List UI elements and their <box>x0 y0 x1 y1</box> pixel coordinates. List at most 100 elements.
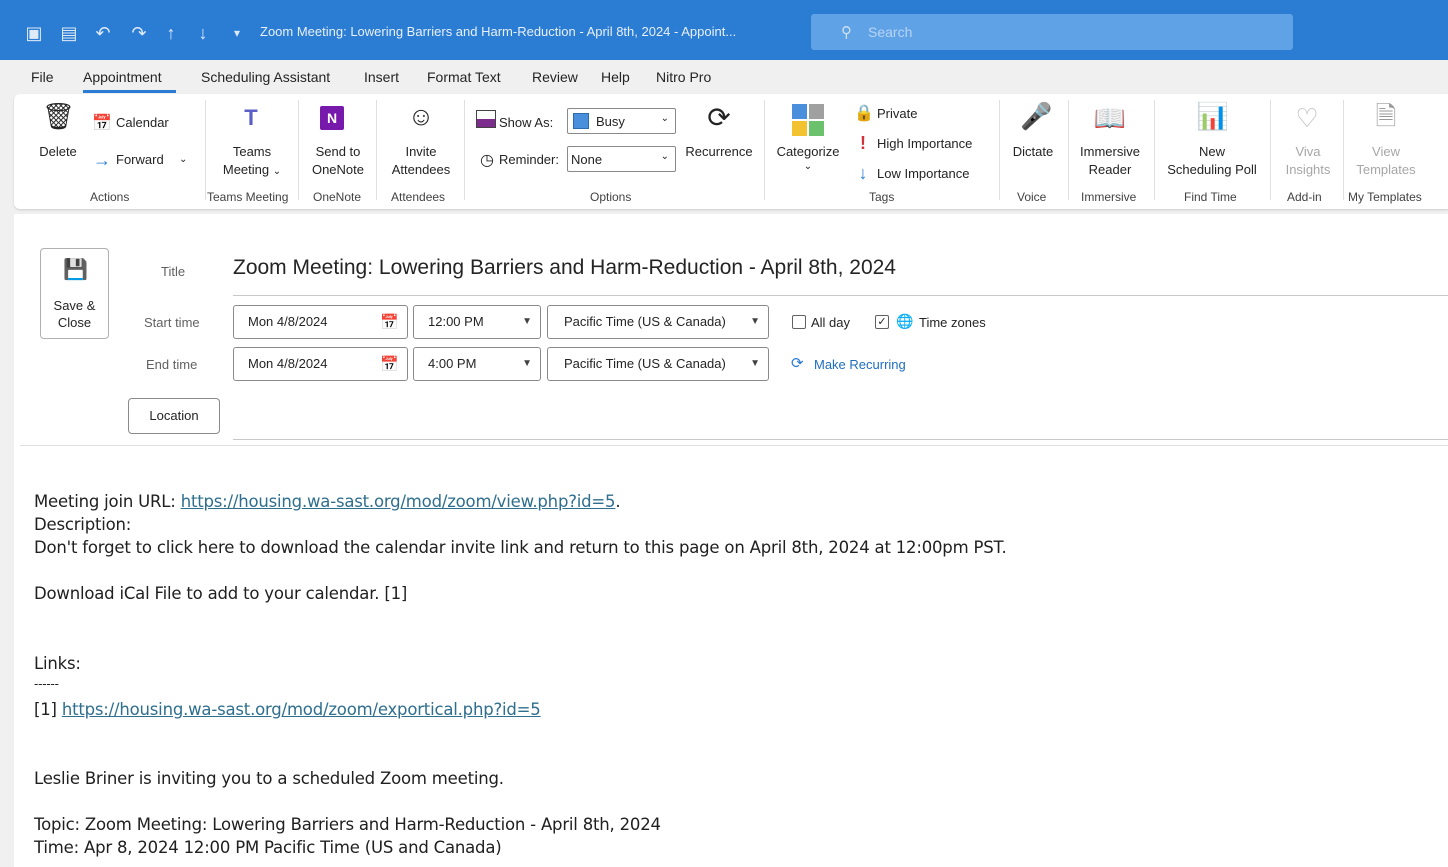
end-date-field[interactable]: Mon 4/8/2024 📅 <box>233 347 408 381</box>
undo-icon[interactable]: ↶ <box>92 22 114 44</box>
poll-label-2: Scheduling Poll <box>1167 162 1257 177</box>
menu-bar: File Appointment Scheduling Assistant In… <box>0 60 1448 94</box>
chevron-down-icon[interactable]: ▼ <box>522 358 532 369</box>
immersive-label-2: Reader <box>1088 162 1132 177</box>
search-box[interactable]: ⚲ Search <box>811 14 1293 50</box>
high-importance-label: High Importance <box>877 136 973 151</box>
end-time-field[interactable]: 4:00 PM ▼ <box>413 347 541 381</box>
outlook-app-icon: ▣ <box>25 23 43 43</box>
scheduling-poll-icon: 📊 <box>1196 101 1230 131</box>
tab-nitro-pro[interactable]: Nitro Pro <box>656 69 711 85</box>
previous-item-icon[interactable]: ↑ <box>160 22 182 44</box>
title-input[interactable]: Zoom Meeting: Lowering Barriers and Harm… <box>233 252 1448 296</box>
end-date-value: Mon 4/8/2024 <box>248 356 328 371</box>
divider <box>999 100 1000 200</box>
microphone-icon: 🎤 <box>1020 101 1053 131</box>
tab-review[interactable]: Review <box>532 69 578 85</box>
window-title: Zoom Meeting: Lowering Barriers and Harm… <box>260 24 737 39</box>
chevron-down-icon: ⌄ <box>179 154 188 165</box>
search-placeholder: Search <box>868 24 913 40</box>
templates-icon: 🗎 <box>1375 101 1397 131</box>
group-label-actions: Actions <box>90 190 130 204</box>
start-timezone-value: Pacific Time (US & Canada) <box>564 314 726 329</box>
attendees-label-2: Attendees <box>391 162 451 177</box>
busy-color-swatch <box>573 113 589 129</box>
chevron-down-icon: ▼ <box>750 316 760 327</box>
location-button[interactable]: Location <box>128 398 220 434</box>
join-url-line: Meeting join URL: https://housing.wa-sas… <box>34 492 621 511</box>
redo-icon[interactable]: ↷ <box>128 22 150 44</box>
divider <box>764 100 765 200</box>
divider <box>1343 100 1344 200</box>
divider <box>298 100 299 200</box>
start-date-value: Mon 4/8/2024 <box>248 314 328 329</box>
start-timezone-dropdown[interactable]: Pacific Time (US & Canada) ▼ <box>547 305 769 339</box>
show-as-dropdown[interactable]: Busy ⌄ <box>567 108 676 134</box>
onenote-label-2: OneNote <box>311 162 365 177</box>
title-label: Title <box>161 264 186 279</box>
tab-help[interactable]: Help <box>601 69 630 85</box>
viva-label-2: Insights <box>1285 162 1331 177</box>
save-icon[interactable]: ▤ <box>58 22 80 44</box>
immersive-label-1: Immersive <box>1080 144 1140 159</box>
title-bar: ▣ ▤ ↶ ↷ ↑ ↓ ▾ Zoom Meeting: Lowering Bar… <box>0 0 1448 60</box>
ical-link[interactable]: https://housing.wa-sast.org/mod/zoom/exp… <box>62 700 541 719</box>
start-time-field[interactable]: 12:00 PM ▼ <box>413 305 541 339</box>
divider <box>376 100 377 200</box>
time-zones-checkbox[interactable]: ✓ <box>875 315 889 329</box>
forward-label: Forward <box>116 152 164 167</box>
templates-label-2: Templates <box>1356 162 1416 177</box>
onenote-icon: N <box>320 106 344 130</box>
group-label-add-in: Add-in <box>1287 190 1322 204</box>
trash-icon: 🗑 <box>42 101 76 131</box>
group-label-tags: Tags <box>869 190 895 204</box>
all-day-checkbox[interactable] <box>792 315 806 329</box>
show-as-icon <box>476 110 496 128</box>
end-time-label: End time <box>146 357 198 372</box>
location-input[interactable] <box>233 439 1448 440</box>
delete-label: Delete <box>39 144 77 159</box>
customize-toolbar-icon[interactable]: ▾ <box>226 22 248 44</box>
tab-appointment[interactable]: Appointment <box>83 69 162 85</box>
reminder-line: Don't forget to click here to download t… <box>34 538 1007 557</box>
reminder-label: Reminder: <box>499 152 559 167</box>
search-icon: ⚲ <box>841 24 852 41</box>
start-date-field[interactable]: Mon 4/8/2024 📅 <box>233 305 408 339</box>
time-line: Time: Apr 8, 2024 12:00 PM Pacific Time … <box>34 838 502 857</box>
save-icon: 💾 <box>63 259 88 281</box>
group-label-my-templates: My Templates <box>1348 190 1422 204</box>
chevron-down-icon[interactable]: ▼ <box>522 316 532 327</box>
poll-label-1: New <box>1198 144 1225 159</box>
divider <box>20 445 1448 446</box>
group-label-find-time: Find Time <box>1184 190 1237 204</box>
calendar-label: Calendar <box>116 115 169 130</box>
all-day-label: All day <box>811 315 851 330</box>
calendar-icon[interactable]: 📅 <box>380 355 399 373</box>
tab-scheduling-assistant[interactable]: Scheduling Assistant <box>201 69 330 85</box>
reminder-dropdown[interactable]: None ⌄ <box>567 146 676 172</box>
divider <box>464 100 465 200</box>
links-divider: ------ <box>34 677 59 691</box>
group-label-options: Options <box>590 190 632 204</box>
save-close-button[interactable]: 💾 Save & Close <box>40 248 109 339</box>
recurrence-label: Recurrence <box>685 144 753 159</box>
teams-icon: T <box>244 105 258 130</box>
chevron-down-icon: ⌄ <box>803 161 813 172</box>
divider <box>1154 100 1155 200</box>
end-timezone-dropdown[interactable]: Pacific Time (US & Canada) ▼ <box>547 347 769 381</box>
group-label-immersive: Immersive <box>1081 190 1137 204</box>
calendar-icon[interactable]: 📅 <box>380 313 399 331</box>
next-item-icon[interactable]: ↓ <box>192 22 214 44</box>
attendees-label-1: Invite <box>405 144 437 159</box>
tab-file[interactable]: File <box>31 69 54 85</box>
ref-prefix: [1] <box>34 700 62 719</box>
recurrence-icon: ⟳ <box>707 102 731 133</box>
group-label-attendees: Attendees <box>391 190 446 204</box>
chevron-down-icon: ⌄ <box>660 113 669 124</box>
tab-format-text[interactable]: Format Text <box>427 69 501 85</box>
tab-insert[interactable]: Insert <box>364 69 399 85</box>
calendar-icon: 📅 <box>92 115 112 132</box>
private-label: Private <box>877 106 918 121</box>
join-url-link[interactable]: https://housing.wa-sast.org/mod/zoom/vie… <box>181 492 616 511</box>
end-timezone-value: Pacific Time (US & Canada) <box>564 356 726 371</box>
